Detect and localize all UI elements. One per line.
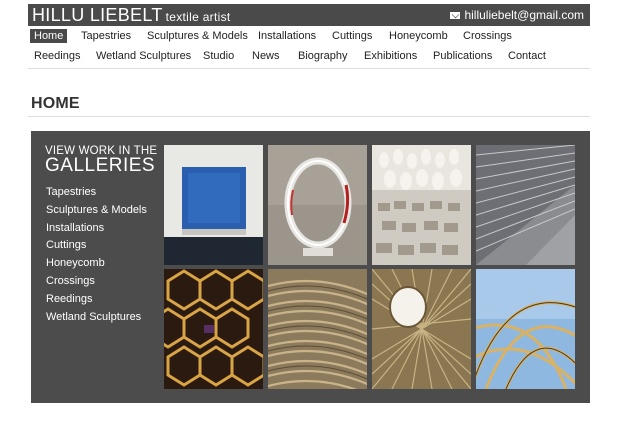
nav-item-installations[interactable]: Installations [258, 30, 316, 42]
nav-item-publications[interactable]: Publications [433, 50, 492, 62]
galleries-panel: VIEW WORK IN THE GALLERIES Tapestries Sc… [31, 131, 590, 403]
nav-item-honeycomb[interactable]: Honeycomb [389, 30, 448, 42]
nav-item-tapestries[interactable]: Tapestries [81, 30, 131, 42]
nav-item-studio[interactable]: Studio [203, 50, 234, 62]
gallery-link-cuttings[interactable]: Cuttings [46, 237, 147, 255]
gallery-link-sculptures-models[interactable]: Sculptures & Models [46, 202, 147, 220]
email-link[interactable]: hilluliebelt@gmail.com [450, 8, 584, 22]
nav-item-home[interactable]: Home [30, 29, 68, 43]
nav-item-biography[interactable]: Biography [298, 50, 348, 62]
nav-item-cuttings[interactable]: Cuttings [332, 30, 372, 42]
nav-item-news[interactable]: News [252, 50, 280, 62]
gallery-link-installations[interactable]: Installations [46, 220, 147, 238]
crossings-image [268, 269, 367, 389]
gallery-link-wetland-sculptures[interactable]: Wetland Sculptures [46, 309, 147, 327]
galleries-list: Tapestries Sculptures & Models Installat… [46, 184, 147, 326]
thumb-sculptures-models[interactable] [268, 145, 367, 265]
thumb-tapestries[interactable] [164, 145, 263, 265]
nav-item-wetland-sculptures[interactable]: Wetland Sculptures [96, 50, 191, 62]
gallery-link-honeycomb[interactable]: Honeycomb [46, 255, 147, 273]
thumb-honeycomb[interactable] [164, 269, 263, 389]
honeycomb-image [164, 269, 263, 389]
thumb-installations[interactable] [372, 145, 471, 265]
wetland-sculpture-image [476, 269, 575, 389]
cuttings-image [476, 145, 575, 265]
thumb-wetland-sculptures[interactable] [476, 269, 575, 389]
title-divider [28, 116, 590, 117]
thumb-crossings[interactable] [268, 269, 367, 389]
tapestry-image [164, 145, 263, 265]
site-tagline: textile artist [165, 10, 231, 24]
installation-image [372, 145, 471, 265]
thumb-cuttings[interactable] [476, 145, 575, 265]
page-title: HOME [31, 95, 80, 112]
header-bar: HILLU LIEBELT textile artist hilluliebelt… [28, 4, 590, 26]
sculpture-ring-image [268, 145, 367, 265]
reedings-image [372, 269, 471, 389]
email-address[interactable]: hilluliebelt@gmail.com [464, 8, 584, 22]
nav-item-contact[interactable]: Contact [508, 50, 546, 62]
site-logo[interactable]: HILLU LIEBELT textile artist [32, 5, 231, 26]
nav-item-sculptures-models[interactable]: Sculptures & Models [147, 30, 248, 42]
thumb-reedings[interactable] [372, 269, 471, 389]
gallery-link-crossings[interactable]: Crossings [46, 273, 147, 291]
nav-divider [28, 68, 590, 69]
nav-item-crossings[interactable]: Crossings [463, 30, 512, 42]
site-name[interactable]: HILLU LIEBELT [32, 5, 163, 25]
gallery-link-reedings[interactable]: Reedings [46, 291, 147, 309]
gallery-link-tapestries[interactable]: Tapestries [46, 184, 147, 202]
galleries-heading: GALLERIES [45, 155, 156, 176]
mail-icon [450, 11, 461, 19]
nav-item-reedings[interactable]: Reedings [34, 50, 80, 62]
nav-item-exhibitions[interactable]: Exhibitions [364, 50, 417, 62]
